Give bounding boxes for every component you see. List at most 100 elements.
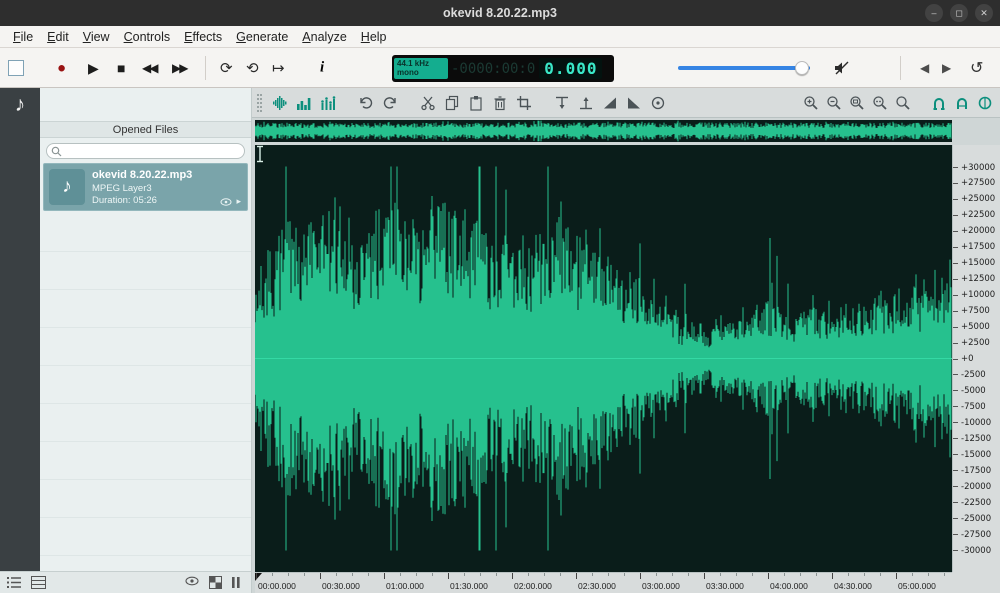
selection-tool-button[interactable] xyxy=(8,60,24,76)
time-tick-minor xyxy=(368,573,369,576)
time-tick-minor xyxy=(688,573,689,576)
spectrum-view-button[interactable] xyxy=(318,93,338,113)
fade-out-icon xyxy=(626,95,642,111)
play-to-end-button[interactable]: ↦ xyxy=(272,59,285,77)
checker-toggle-button[interactable] xyxy=(209,576,222,589)
loop-point-button[interactable] xyxy=(648,93,668,113)
maximize-button[interactable]: ◻ xyxy=(950,4,968,22)
history-button[interactable]: ↺ xyxy=(970,58,983,78)
snap-b-icon xyxy=(954,95,970,111)
undo-button[interactable] xyxy=(356,93,376,113)
search-input[interactable] xyxy=(46,143,245,159)
nav-back-button[interactable]: ◀ xyxy=(920,61,929,75)
amp-label: +2500 xyxy=(961,338,990,348)
time-tick-minor xyxy=(848,573,849,576)
volume-slider-handle[interactable] xyxy=(795,61,809,75)
time-label: 02:30.000 xyxy=(578,581,616,591)
time-tick-minor xyxy=(720,573,721,576)
file-format: MPEG Layer3 xyxy=(92,183,192,194)
lcd-channels: mono xyxy=(397,69,445,78)
close-button[interactable]: ✕ xyxy=(975,4,993,22)
rewind-button[interactable]: ◀◀ xyxy=(142,62,156,74)
menu-item-help[interactable]: Help xyxy=(354,28,394,46)
amp-label: -7500 xyxy=(961,402,986,412)
amp-tick xyxy=(953,438,958,439)
time-label: 05:00.000 xyxy=(898,581,936,591)
detail-view-icon xyxy=(31,576,46,589)
menu-item-file[interactable]: File xyxy=(6,28,40,46)
nav-forward-button[interactable]: ▶ xyxy=(942,61,951,75)
paste-button[interactable] xyxy=(466,93,486,113)
zoom-selection-icon xyxy=(872,95,888,111)
waveform-view-icon xyxy=(272,95,288,111)
menu-item-analyze[interactable]: Analyze xyxy=(295,28,353,46)
time-tick-major xyxy=(320,573,321,579)
levels-view-button[interactable] xyxy=(294,93,314,113)
mute-button[interactable] xyxy=(833,60,851,76)
time-tick-minor xyxy=(560,573,561,576)
zoom-fit-button[interactable] xyxy=(847,93,867,113)
marker-insert-icon xyxy=(554,95,570,111)
amp-tick xyxy=(953,518,958,519)
overview-waveform[interactable] xyxy=(255,120,952,142)
amp-label: +5000 xyxy=(961,322,990,332)
redo-button[interactable] xyxy=(380,93,400,113)
time-tick-minor xyxy=(736,573,737,576)
pause-marks-button[interactable] xyxy=(231,576,241,589)
file-duration: Duration: 05:26 xyxy=(92,195,192,206)
time-label: 03:00.000 xyxy=(642,581,680,591)
amp-tick xyxy=(953,359,958,360)
pickup-arrow-button[interactable] xyxy=(576,93,596,113)
time-label: 01:00.000 xyxy=(386,581,424,591)
amp-tick xyxy=(953,486,958,487)
play-button[interactable]: ▶ xyxy=(88,61,99,75)
info-button[interactable]: i xyxy=(320,59,324,76)
eye-icon xyxy=(220,198,232,206)
time-label: 04:00.000 xyxy=(770,581,808,591)
loop-once-button[interactable]: ⟲ xyxy=(246,59,259,77)
time-tick-minor xyxy=(480,573,481,576)
menu-item-edit[interactable]: Edit xyxy=(40,28,76,46)
fast-forward-button[interactable]: ▶▶ xyxy=(172,62,186,74)
zoom-selection-button[interactable] xyxy=(870,93,890,113)
amp-tick xyxy=(953,215,958,216)
opened-file-item[interactable]: ♪ okevid 8.20.22.mp3 MPEG Layer3 Duratio… xyxy=(43,163,248,211)
time-tick-minor xyxy=(336,573,337,576)
menu-item-generate[interactable]: Generate xyxy=(229,28,295,46)
crop-button[interactable] xyxy=(514,93,534,113)
list-view-button[interactable] xyxy=(7,576,22,589)
cut-button[interactable] xyxy=(418,93,438,113)
time-tick-minor xyxy=(496,573,497,576)
amp-tick xyxy=(953,502,958,503)
record-button[interactable]: ● xyxy=(57,59,66,76)
snap-c-button[interactable] xyxy=(975,93,995,113)
eye-icon xyxy=(185,576,199,586)
waveform-view-button[interactable] xyxy=(270,93,290,113)
marker-insert-button[interactable] xyxy=(552,93,572,113)
time-ruler[interactable]: 00:00.00000:30.00001:00.00001:30.00002:0… xyxy=(255,572,952,593)
volume-slider[interactable] xyxy=(678,62,810,74)
minimize-button[interactable]: – xyxy=(925,4,943,22)
eye-toggle-button[interactable] xyxy=(185,576,199,586)
zoom-normal-button[interactable] xyxy=(893,93,913,113)
delete-button[interactable] xyxy=(490,93,510,113)
menu-item-view[interactable]: View xyxy=(76,28,117,46)
fade-in-icon xyxy=(602,95,618,111)
stop-button[interactable]: ■ xyxy=(117,61,125,75)
copy-button[interactable] xyxy=(442,93,462,113)
snap-a-button[interactable] xyxy=(929,93,949,113)
toolbar-drag-handle[interactable] xyxy=(257,94,262,112)
snap-b-button[interactable] xyxy=(952,93,972,113)
menu-item-controls[interactable]: Controls xyxy=(117,28,178,46)
zoom-out-button[interactable] xyxy=(824,93,844,113)
main-waveform[interactable] xyxy=(255,145,952,572)
amp-label: +27500 xyxy=(961,178,995,188)
time-tick-minor xyxy=(784,573,785,576)
zoom-in-button[interactable] xyxy=(801,93,821,113)
menu-item-effects[interactable]: Effects xyxy=(177,28,229,46)
fade-in-button[interactable] xyxy=(600,93,620,113)
loop-repeat-button[interactable]: ⟳ xyxy=(220,59,233,77)
detail-view-button[interactable] xyxy=(31,576,46,589)
fade-out-button[interactable] xyxy=(624,93,644,113)
amp-label: +25000 xyxy=(961,194,995,204)
